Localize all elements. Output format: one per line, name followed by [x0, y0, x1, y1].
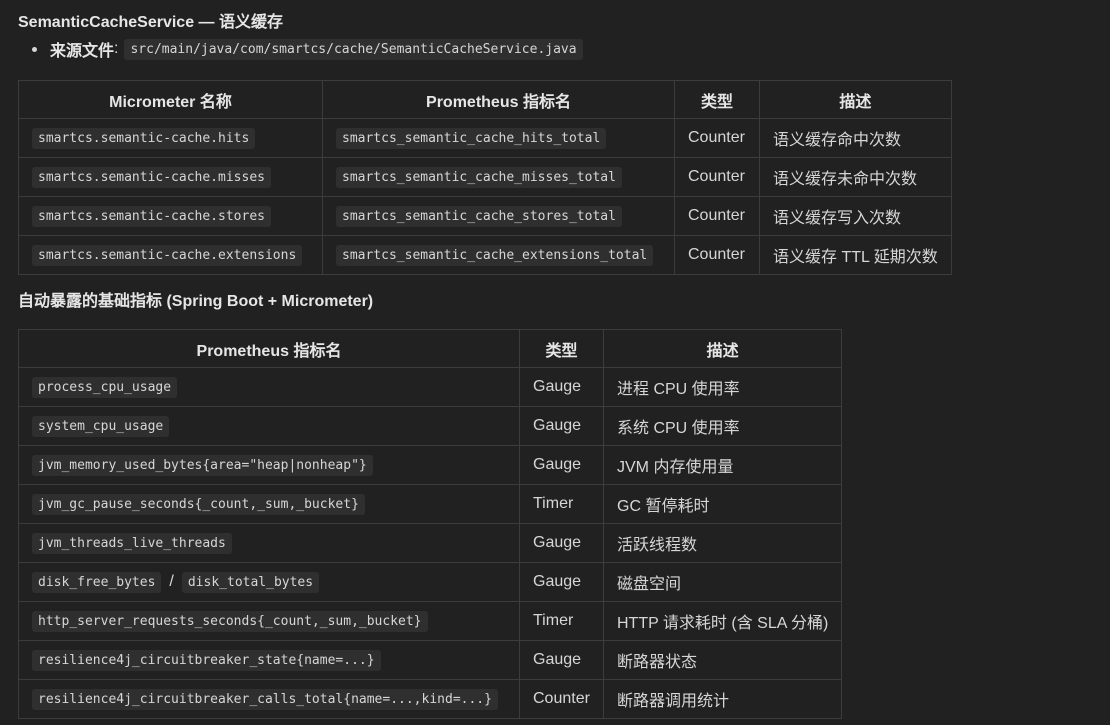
auto-metrics-table-body: process_cpu_usage Gauge 进程 CPU 使用率 system_c… — [18, 367, 843, 719]
source-file-colon: : — [114, 40, 119, 57]
prometheus-name-cell: system_cpu_usage — [18, 406, 520, 446]
table-row: smartcs.semantic-cache.extensions smartcs… — [18, 235, 952, 275]
bullet-icon — [32, 46, 37, 52]
prometheus-name-code: disk_free_bytes — [32, 572, 162, 593]
header-description: 描述 — [759, 80, 952, 119]
prometheus-name-cell: smartcs_semantic_cache_extensions_total — [322, 235, 675, 275]
table-row: smartcs.semantic-cache.misses smartcs_sem… — [18, 157, 952, 197]
type-cell: Gauge — [519, 640, 604, 680]
table-row: jvm_memory_used_bytes{area="heap|nonheap… — [18, 445, 843, 485]
description-cell: 系统 CPU 使用率 — [602, 406, 843, 446]
prometheus-name-code: jvm_memory_used_bytes{area="heap|nonheap… — [32, 455, 373, 476]
prometheus-name-code: system_cpu_usage — [32, 416, 170, 437]
source-list: 来源文件 : src/main/java/com/smartcs/cache/S… — [18, 30, 1110, 68]
source-file-path: src/main/java/com/smartcs/cache/Semantic… — [124, 38, 583, 60]
header-type: 类型 — [674, 80, 760, 119]
table-row: system_cpu_usage Gauge 系统 CPU 使用率 — [18, 406, 843, 446]
table-row: process_cpu_usage Gauge 进程 CPU 使用率 — [18, 367, 843, 407]
type-cell: Gauge — [519, 523, 604, 563]
prometheus-name-code: resilience4j_circuitbreaker_state{name=.… — [32, 650, 381, 671]
prometheus-name-code: smartcs_semantic_cache_extensions_total — [336, 245, 654, 266]
type-cell: Timer — [519, 484, 604, 524]
header-prometheus-name: Prometheus 指标名 — [18, 329, 520, 368]
description-cell: HTTP 请求耗时 (含 SLA 分桶) — [602, 601, 843, 641]
prometheus-name-code: smartcs_semantic_cache_hits_total — [336, 128, 607, 149]
source-file-label: 来源文件 — [50, 43, 115, 60]
type-cell: Gauge — [519, 367, 604, 407]
prometheus-name-code: jvm_threads_live_threads — [32, 533, 232, 554]
micrometer-name-cell: smartcs.semantic-cache.misses — [18, 157, 323, 197]
type-cell: Counter — [674, 235, 760, 275]
micrometer-name-cell: smartcs.semantic-cache.stores — [18, 196, 323, 236]
micrometer-name-code: smartcs.semantic-cache.misses — [32, 167, 271, 188]
table-row: resilience4j_circuitbreaker_state{name=.… — [18, 640, 843, 680]
description-cell: 语义缓存 TTL 延期次数 — [759, 235, 952, 275]
micrometer-name-code: smartcs.semantic-cache.extensions — [32, 245, 303, 266]
description-cell: 语义缓存命中次数 — [759, 118, 952, 158]
prometheus-name-cell: resilience4j_circuitbreaker_calls_total{… — [18, 679, 520, 719]
prometheus-name-cell: disk_free_bytes / disk_total_bytes — [18, 562, 520, 602]
type-cell: Gauge — [519, 406, 604, 446]
description-cell: 语义缓存写入次数 — [759, 196, 952, 236]
type-cell: Gauge — [519, 562, 604, 602]
table-header-row: Prometheus 指标名 类型 描述 — [18, 329, 843, 368]
semantic-cache-table-body: smartcs.semantic-cache.hits smartcs_seman… — [18, 118, 952, 275]
prometheus-name-cell: jvm_threads_live_threads — [18, 523, 520, 563]
auto-metrics-table: Prometheus 指标名 类型 描述 process_cpu_usage Ga… — [18, 329, 843, 719]
prometheus-name-code: disk_total_bytes — [181, 572, 320, 593]
prometheus-name-cell: http_server_requests_seconds{_count,_sum… — [18, 601, 520, 641]
prometheus-name-cell: resilience4j_circuitbreaker_state{name=.… — [18, 640, 520, 680]
description-cell: 断路器状态 — [602, 640, 843, 680]
description-cell: 断路器调用统计 — [602, 679, 843, 719]
prometheus-name-cell: process_cpu_usage — [18, 367, 520, 407]
table-row: jvm_gc_pause_seconds{_count,_sum,_bucket… — [18, 484, 843, 524]
auto-metrics-subtitle: 自动暴露的基础指标 (Spring Boot + Micrometer) — [18, 293, 374, 310]
prometheus-name-code: jvm_gc_pause_seconds{_count,_sum,_bucket… — [32, 494, 365, 515]
micrometer-name-cell: smartcs.semantic-cache.extensions — [18, 235, 323, 275]
prometheus-name-code: http_server_requests_seconds{_count,_sum… — [32, 611, 428, 632]
prometheus-name-cell: smartcs_semantic_cache_misses_total — [322, 157, 675, 197]
prometheus-name-cell: smartcs_semantic_cache_stores_total — [322, 196, 675, 236]
description-cell: 进程 CPU 使用率 — [602, 367, 843, 407]
semantic-cache-metrics-table: Micrometer 名称 Prometheus 指标名 类型 描述 smart… — [18, 80, 952, 275]
prometheus-name-code: smartcs_semantic_cache_stores_total — [336, 206, 622, 227]
table-row: jvm_threads_live_threads Gauge 活跃线程数 — [18, 523, 843, 563]
type-cell: Counter — [674, 118, 760, 158]
micrometer-name-code: smartcs.semantic-cache.hits — [32, 128, 256, 149]
description-cell: 语义缓存未命中次数 — [759, 157, 952, 197]
type-cell: Timer — [519, 601, 604, 641]
prometheus-name-cell: smartcs_semantic_cache_hits_total — [322, 118, 675, 158]
source-file-item: 来源文件 : src/main/java/com/smartcs/cache/S… — [18, 30, 1110, 68]
prometheus-name-code: process_cpu_usage — [32, 377, 178, 398]
micrometer-name-cell: smartcs.semantic-cache.hits — [18, 118, 323, 158]
table-header-row: Micrometer 名称 Prometheus 指标名 类型 描述 — [18, 80, 952, 119]
type-cell: Counter — [674, 196, 760, 236]
type-cell: Counter — [674, 157, 760, 197]
document-page: SemanticCacheService — 语义缓存 来源文件 : src/m… — [0, 0, 1110, 719]
table-row: http_server_requests_seconds{_count,_sum… — [18, 601, 843, 641]
header-micrometer-name: Micrometer 名称 — [18, 80, 323, 119]
type-cell: Gauge — [519, 445, 604, 485]
table-row: smartcs.semantic-cache.stores smartcs_sem… — [18, 196, 952, 236]
micrometer-name-code: smartcs.semantic-cache.stores — [32, 206, 271, 227]
metric-separator: / — [169, 573, 174, 590]
header-description: 描述 — [602, 329, 843, 368]
section-title: SemanticCacheService — 语义缓存 — [18, 14, 283, 31]
prometheus-name-cell: jvm_memory_used_bytes{area="heap|nonheap… — [18, 445, 520, 485]
table-row: disk_free_bytes / disk_total_bytes Gauge 磁盘空… — [18, 562, 843, 602]
description-cell: 活跃线程数 — [602, 523, 843, 563]
prometheus-name-cell: jvm_gc_pause_seconds{_count,_sum,_bucket… — [18, 484, 520, 524]
header-prometheus-name: Prometheus 指标名 — [322, 80, 675, 119]
table-row: resilience4j_circuitbreaker_calls_total{… — [18, 679, 843, 719]
table-row: smartcs.semantic-cache.hits smartcs_seman… — [18, 118, 952, 158]
description-cell: 磁盘空间 — [602, 562, 843, 602]
type-cell: Counter — [519, 679, 604, 719]
description-cell: GC 暂停耗时 — [602, 484, 843, 524]
header-type: 类型 — [519, 329, 604, 368]
description-cell: JVM 内存使用量 — [602, 445, 843, 485]
prometheus-name-code: smartcs_semantic_cache_misses_total — [336, 167, 622, 188]
prometheus-name-code: resilience4j_circuitbreaker_calls_total{… — [32, 689, 498, 710]
